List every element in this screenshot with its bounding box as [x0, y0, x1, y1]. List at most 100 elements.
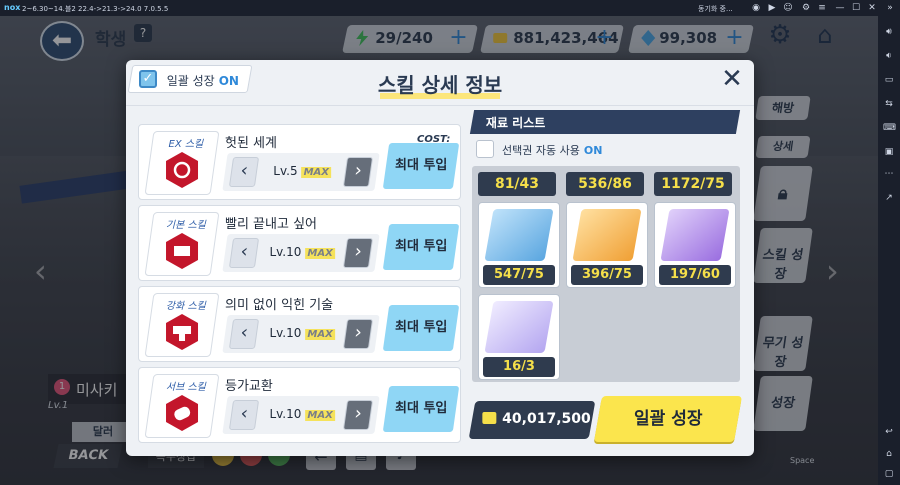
skill-level-control: ‹ Lv.5 MAX ›	[222, 153, 380, 191]
level-increase-button[interactable]: ›	[342, 319, 374, 349]
share-icon[interactable]: ↗	[883, 192, 895, 204]
purple-book-icon	[660, 209, 730, 261]
skill-name: 헛된 세계	[225, 136, 277, 151]
skill-name: 빨리 끝내고 싶어	[225, 217, 317, 232]
skill-level-control: ‹ Lv.10 MAX ›	[222, 234, 380, 272]
rotate-icon[interactable]: ⇆	[883, 98, 895, 110]
max-invest-button[interactable]: 최대 투입	[382, 386, 460, 432]
max-badge: MAX	[305, 248, 335, 259]
credit-icon	[482, 412, 497, 424]
skill-enhanced-icon	[166, 314, 199, 350]
material-item[interactable]: 396/75	[566, 202, 648, 288]
skill-level: Lv.10 MAX	[269, 326, 335, 340]
skill-name: 등가교환	[225, 379, 273, 394]
skill-type-label: 기본 스킬	[165, 220, 206, 231]
skill-type-card: 서브 스킬	[144, 374, 220, 438]
max-badge: MAX	[301, 167, 331, 178]
emulator-sidebar: 🔊︎ 🔉︎ ▭ ⇆ ⌨ ▣ ⋯ ↗ ↩ ⌂ ▢	[878, 16, 900, 485]
material-count: 1172/75	[654, 172, 732, 196]
material-count: 81/43	[478, 172, 556, 196]
material-list-title: 재료 리스트	[485, 116, 546, 130]
skill-level: Lv.10 MAX	[269, 407, 335, 421]
skill-row-basic: 기본 스킬 빨리 끝내고 싶어 ‹ Lv.10 MAX › 최대 투입	[138, 205, 461, 281]
volume-down-icon[interactable]: 🔉︎	[883, 50, 895, 62]
skill-name: 의미 없이 익힌 기술	[225, 298, 334, 313]
skill-level-control: ‹ Lv.10 MAX ›	[222, 396, 380, 434]
credit-cost-display: 40,017,500	[468, 401, 596, 439]
secret-note-icon	[484, 301, 554, 353]
emulator-title-bar: nox 2~6.30~14.블2 22.4->21.3->24.0 7.0.5.…	[0, 0, 900, 16]
skill-ex-icon	[166, 152, 199, 188]
level-decrease-button[interactable]: ‹	[228, 238, 260, 268]
material-item[interactable]: 16/3	[478, 294, 560, 380]
maximize-icon[interactable]: ☐	[850, 2, 862, 14]
skill-type-label: EX 스킬	[168, 139, 204, 150]
screen-icon[interactable]: ▭	[883, 74, 895, 86]
recent-nav-icon[interactable]: ▢	[883, 468, 895, 480]
orange-book-icon	[572, 209, 642, 261]
material-count: 536/86	[566, 172, 644, 196]
material-count: 197/60	[659, 265, 731, 285]
material-count: 547/75	[483, 265, 555, 285]
blue-book-icon	[484, 209, 554, 261]
dialog-title: 스킬 상세 정보	[377, 73, 503, 97]
auto-use-state: ON	[583, 144, 603, 157]
skill-row-ex: EX 스킬 헛된 세계 COST: 5 ‹ Lv.5MAX › 최대 투입	[138, 124, 461, 200]
max-badge: MAX	[305, 410, 335, 421]
account-icon[interactable]: ☺	[782, 2, 794, 14]
skill-type-card: EX 스킬	[144, 131, 220, 195]
auto-use-checkbox[interactable]	[476, 140, 494, 158]
settings-icon[interactable]: ⚙	[800, 2, 812, 14]
skill-detail-dialog: ✓ 일괄 성장ON 스킬 상세 정보 ✕ EX 스킬 헛된 세계 COST: 5…	[126, 60, 754, 456]
skill-type-label: 서브 스킬	[165, 382, 206, 393]
level-increase-button[interactable]: ›	[342, 238, 374, 268]
credit-cost-value: 40,017,500	[502, 411, 591, 427]
keyboard-icon[interactable]: ⌨	[883, 122, 896, 134]
bulk-growth-button[interactable]: 일괄 성장	[593, 396, 743, 442]
material-count: 396/75	[571, 265, 643, 285]
skill-type-card: 기본 스킬	[144, 212, 220, 276]
skill-basic-icon	[166, 233, 199, 269]
level-increase-button[interactable]: ›	[342, 400, 374, 430]
dialog-header: ✓ 일괄 성장 ON 스킬 상세 정보 ✕	[126, 60, 754, 106]
skill-sub-icon	[166, 395, 199, 431]
emulator-logo: nox	[4, 3, 21, 12]
skill-type-card: 강화 스킬	[144, 293, 220, 357]
back-nav-icon[interactable]: ↩	[883, 426, 895, 438]
volume-up-icon[interactable]: 🔊︎	[883, 26, 895, 38]
menu-icon[interactable]: ≡	[816, 2, 828, 14]
auto-use-label: 선택권 자동 사용 ON	[502, 144, 603, 157]
play-store-icon[interactable]: ▶	[766, 2, 778, 14]
material-list-header: 재료 리스트	[469, 110, 741, 134]
minimize-icon[interactable]: —	[834, 2, 846, 14]
max-badge: MAX	[305, 329, 335, 340]
emulator-sync-status: 동기화 중...	[698, 5, 733, 13]
level-decrease-button[interactable]: ‹	[228, 319, 260, 349]
skill-row-enhanced: 강화 스킬 의미 없이 익힌 기술 ‹ Lv.10 MAX › 최대 투입	[138, 286, 461, 362]
skill-level-control: ‹ Lv.10 MAX ›	[222, 315, 380, 353]
level-increase-button[interactable]: ›	[342, 157, 374, 187]
level-decrease-button[interactable]: ‹	[228, 400, 260, 430]
skill-level: Lv.5 MAX	[273, 164, 331, 178]
sidebar-collapse-icon[interactable]: »	[884, 2, 896, 14]
skill-row-sub: 서브 스킬 등가교환 ‹ Lv.10 MAX › 최대 투입	[138, 367, 461, 443]
max-invest-button[interactable]: 최대 투입	[382, 224, 460, 270]
close-icon[interactable]: ✕	[720, 66, 744, 92]
material-list-panel: 재료 리스트 선택권 자동 사용 ON 81/43 536/86 1172/75 …	[469, 110, 742, 390]
material-grid: 81/43 536/86 1172/75 547/75 396/75 197/6…	[472, 166, 740, 382]
pin-icon[interactable]: ◉	[750, 2, 762, 14]
material-count: 16/3	[483, 357, 555, 377]
max-invest-button[interactable]: 최대 투입	[382, 143, 460, 189]
game-screen: ⬅ 학생 ? 29/240 + 881,423,464 + 99,308 + ⚙…	[0, 16, 878, 485]
emulator-window-title: 2~6.30~14.블2 22.4->21.3->24.0 7.0.5.5	[22, 5, 169, 13]
max-invest-button[interactable]: 최대 투입	[382, 305, 460, 351]
material-item[interactable]: 547/75	[478, 202, 560, 288]
more-icon[interactable]: ⋯	[883, 168, 895, 180]
skill-level: Lv.10 MAX	[269, 245, 335, 259]
level-decrease-button[interactable]: ‹	[228, 157, 260, 187]
skill-type-label: 강화 스킬	[165, 301, 206, 312]
material-item[interactable]: 197/60	[654, 202, 736, 288]
window-close-icon[interactable]: ✕	[866, 2, 878, 14]
record-icon[interactable]: ▣	[883, 146, 895, 158]
home-nav-icon[interactable]: ⌂	[883, 448, 895, 460]
